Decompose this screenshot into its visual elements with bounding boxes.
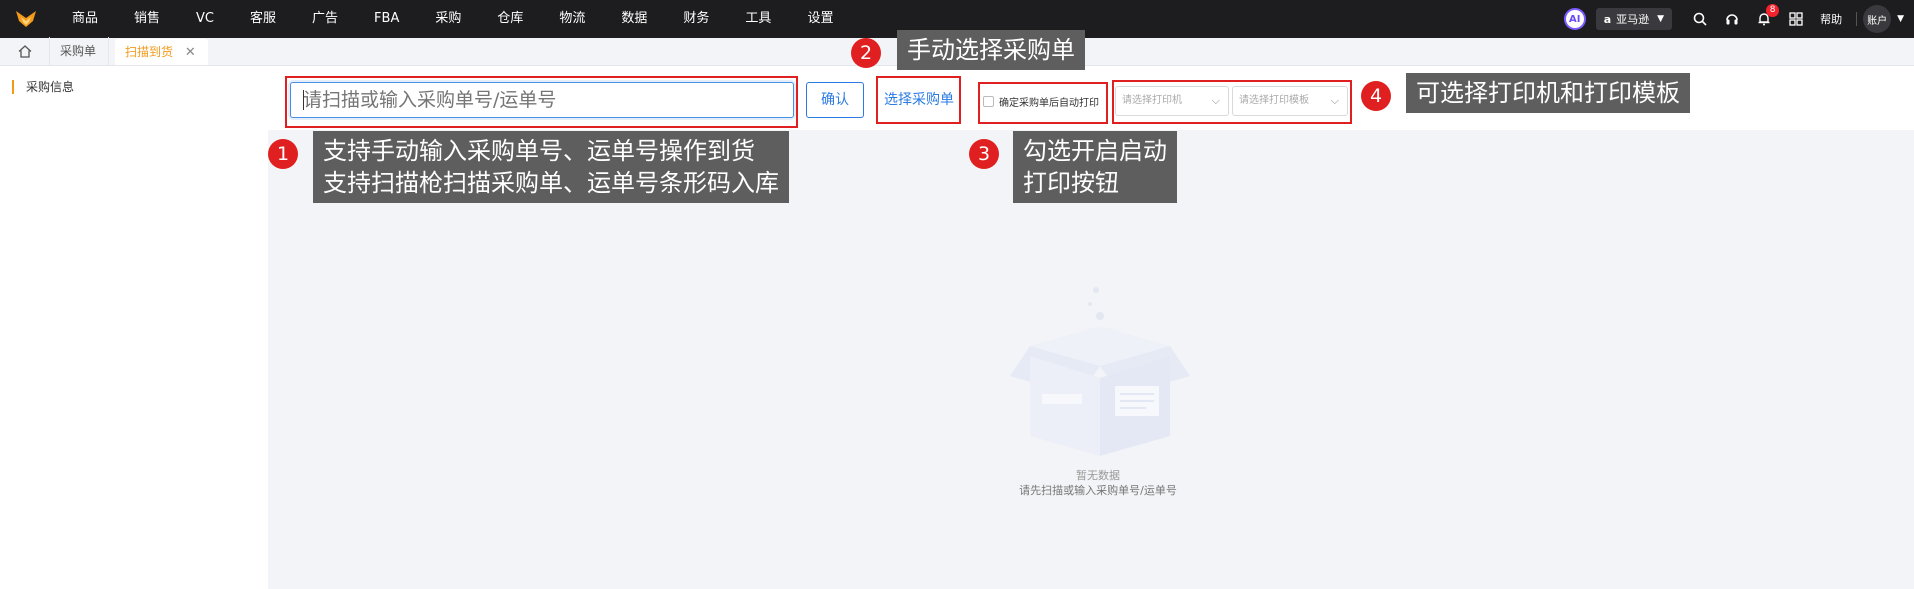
- amazon-icon: a: [1603, 12, 1612, 26]
- bell-icon[interactable]: 8: [1753, 4, 1780, 30]
- nav-item-vc[interactable]: VC: [178, 0, 232, 38]
- annotation-number-1: 1: [268, 139, 298, 169]
- empty-box-illustration: [1010, 286, 1190, 456]
- main-menu: 商品 销售 VC 客服 广告 FBA 采购 仓库 物流 数据 财务 工具 设置: [52, 0, 851, 38]
- nav-item-finance[interactable]: 财务: [665, 0, 727, 38]
- nav-item-warehouse[interactable]: 仓库: [479, 0, 541, 38]
- fox-logo-icon[interactable]: [0, 0, 52, 38]
- help-link[interactable]: 帮助: [1820, 11, 1842, 27]
- nav-item-tools[interactable]: 工具: [727, 0, 789, 38]
- caret-down-icon[interactable]: ▼: [1897, 14, 1904, 24]
- nav-item-sales[interactable]: 销售: [116, 0, 178, 38]
- headset-icon[interactable]: [1721, 8, 1743, 30]
- nav-item-ads[interactable]: 广告: [294, 0, 356, 38]
- highlight-box-printer-selects: [1112, 80, 1352, 124]
- empty-state-description: 请先扫描或输入采购单号/运单号: [1019, 484, 1177, 497]
- nav-item-products[interactable]: 商品: [52, 0, 116, 38]
- sidebar-item-purchase-info[interactable]: 采购信息: [12, 80, 74, 94]
- apps-grid-icon[interactable]: [1785, 8, 1807, 30]
- tab-purchase-order[interactable]: 采购单: [50, 37, 110, 65]
- notification-count-badge: 8: [1766, 4, 1780, 17]
- highlight-box-auto-print: [978, 82, 1108, 124]
- empty-state-title: 暂无数据: [1076, 469, 1120, 482]
- close-icon[interactable]: ✕: [185, 45, 196, 60]
- account-avatar[interactable]: 账户: [1863, 5, 1892, 33]
- highlight-box-select-order: [876, 76, 961, 124]
- callout-line: 手动选择采购单: [907, 36, 1075, 64]
- nav-item-fba[interactable]: FBA: [356, 0, 417, 38]
- home-icon[interactable]: [0, 37, 50, 65]
- tab-label: 采购单: [60, 44, 97, 58]
- search-icon[interactable]: [1689, 8, 1711, 30]
- annotation-callout-3: 勾选开启启动 打印按钮: [1013, 131, 1177, 203]
- caret-down-icon: ▼: [1657, 14, 1665, 24]
- annotation-callout-1: 支持手动输入采购单号、运单号操作到货 支持扫描枪扫描采购单、运单号条形码入库: [313, 131, 789, 203]
- sidebar: 采购信息: [0, 66, 268, 589]
- callout-line: 勾选开启启动: [1023, 137, 1167, 165]
- confirm-button[interactable]: 确认: [806, 82, 864, 118]
- tab-label: 扫描到货: [125, 45, 174, 59]
- store-select[interactable]: a 亚马逊 ▼: [1595, 8, 1673, 30]
- nav-item-data[interactable]: 数据: [603, 0, 665, 38]
- nav-item-customer-service[interactable]: 客服: [232, 0, 294, 38]
- store-select-label: 亚马逊: [1616, 13, 1650, 26]
- ai-assistant-icon[interactable]: AI: [1563, 8, 1586, 30]
- callout-line: 支持手动输入采购单号、运单号操作到货: [323, 137, 755, 165]
- highlight-box-scan-input: [285, 76, 798, 128]
- nav-item-settings[interactable]: 设置: [789, 0, 851, 38]
- nav-item-logistics[interactable]: 物流: [541, 0, 603, 38]
- nav-item-purchase[interactable]: 采购: [417, 0, 479, 38]
- annotation-number-2: 2: [851, 38, 881, 68]
- annotation-callout-2: 手动选择采购单: [897, 30, 1085, 70]
- annotation-number-4: 4: [1361, 81, 1391, 111]
- divider: [1856, 12, 1858, 26]
- callout-line: 支持扫描枪扫描采购单、运单号条形码入库: [323, 169, 779, 197]
- annotation-callout-4: 可选择打印机和打印模板: [1406, 73, 1690, 113]
- callout-line: 可选择打印机和打印模板: [1416, 79, 1680, 107]
- tab-scan-arrival[interactable]: 扫描到货 ✕: [115, 39, 208, 65]
- top-right-tools: AI a 亚马逊 ▼ 8 帮助 账户 ▼: [1563, 0, 1914, 38]
- callout-line: 打印按钮: [1023, 169, 1119, 197]
- annotation-number-3: 3: [969, 139, 999, 169]
